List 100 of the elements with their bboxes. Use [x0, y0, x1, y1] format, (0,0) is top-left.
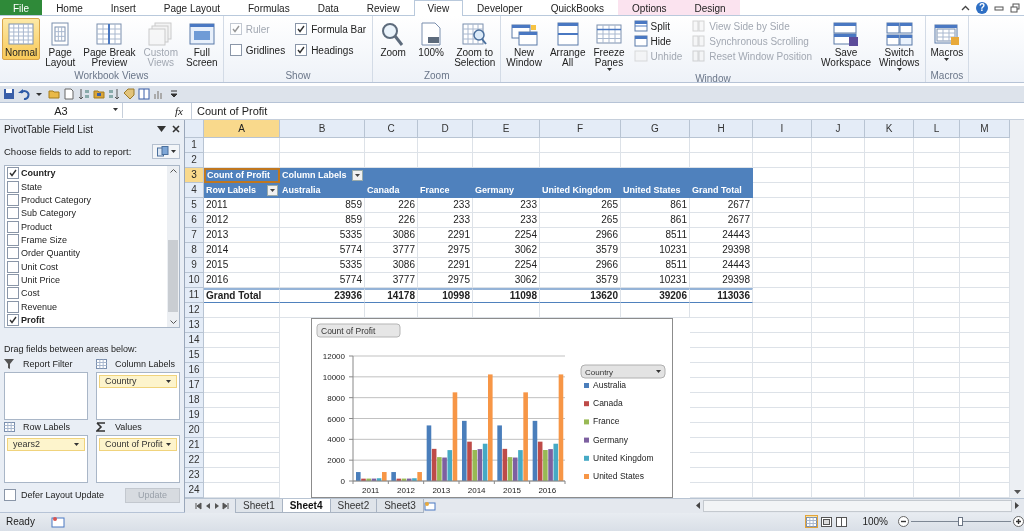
- spreadsheet-cell[interactable]: [753, 362, 812, 378]
- ribbon-tab[interactable]: Page Layout: [149, 0, 234, 15]
- spreadsheet-cell[interactable]: [812, 347, 865, 363]
- spreadsheet-cell[interactable]: [812, 257, 865, 273]
- ribbon-button[interactable]: Zoom to Selection: [451, 18, 499, 70]
- spreadsheet-cell[interactable]: [812, 362, 865, 378]
- checkbox[interactable]: [7, 193, 19, 206]
- ribbon-button[interactable]: Split: [633, 19, 683, 33]
- spreadsheet-cell[interactable]: [204, 407, 280, 423]
- new-sheet-icon[interactable]: [422, 500, 437, 511]
- checkbox[interactable]: [295, 44, 308, 56]
- spreadsheet-cell[interactable]: [914, 182, 960, 198]
- spreadsheet-cell[interactable]: [621, 302, 690, 318]
- view-button[interactable]: [835, 515, 849, 529]
- spreadsheet-cell[interactable]: [812, 227, 865, 243]
- spreadsheet-cell[interactable]: [812, 452, 865, 468]
- spreadsheet-cell[interactable]: [690, 377, 753, 393]
- checkbox[interactable]: [7, 260, 19, 273]
- spreadsheet-cell[interactable]: [865, 182, 914, 198]
- spreadsheet-cell[interactable]: [690, 152, 753, 168]
- ribbon-tab[interactable]: File: [0, 0, 43, 15]
- ribbon-tab[interactable]: Developer: [463, 0, 537, 15]
- spreadsheet-cell[interactable]: [812, 167, 865, 183]
- spreadsheet-cell[interactable]: [690, 392, 753, 408]
- navigation-arrow-icon[interactable]: [222, 501, 229, 510]
- ribbon-tab[interactable]: Home: [42, 0, 97, 15]
- ribbon-tab[interactable]: Data: [303, 0, 353, 15]
- ribbon-button[interactable]: New Window: [503, 18, 545, 70]
- spreadsheet-cell[interactable]: [621, 137, 690, 153]
- spreadsheet-cell[interactable]: [753, 137, 812, 153]
- spreadsheet-cell[interactable]: [865, 422, 914, 438]
- spreadsheet-cell[interactable]: [753, 467, 812, 483]
- spreadsheet-cell[interactable]: [914, 272, 960, 288]
- caret-icon[interactable]: [157, 126, 166, 133]
- ribbon-button[interactable]: Zoom: [375, 18, 412, 60]
- spreadsheet-cell[interactable]: [812, 212, 865, 228]
- spreadsheet-cell[interactable]: [812, 392, 865, 408]
- ribbon-button[interactable]: Page Break Preview: [80, 18, 139, 70]
- spreadsheet-cell[interactable]: [812, 422, 865, 438]
- formula-field[interactable]: Count of Profit: [191, 102, 1024, 119]
- layout-button[interactable]: [152, 144, 180, 160]
- spreadsheet-cell[interactable]: [753, 182, 812, 198]
- spreadsheet-cell[interactable]: [865, 167, 914, 183]
- chart-title[interactable]: Count of Profit: [316, 323, 401, 338]
- spreadsheet-cell[interactable]: [812, 437, 865, 453]
- spreadsheet-cell[interactable]: [812, 182, 865, 198]
- spreadsheet-cell[interactable]: [204, 332, 280, 348]
- spreadsheet-cell[interactable]: [914, 287, 960, 303]
- spreadsheet-cell[interactable]: [690, 137, 753, 153]
- spreadsheet-cell[interactable]: [914, 257, 960, 273]
- spreadsheet-cell[interactable]: [753, 317, 812, 333]
- spreadsheet-cell[interactable]: [914, 152, 960, 168]
- spreadsheet-cell[interactable]: [865, 272, 914, 288]
- ribbon-tab[interactable]: Formulas: [234, 0, 304, 15]
- spreadsheet-cell[interactable]: [865, 227, 914, 243]
- spreadsheet-cell[interactable]: [812, 407, 865, 423]
- spreadsheet-cell[interactable]: [865, 437, 914, 453]
- spreadsheet-cell[interactable]: [204, 362, 280, 378]
- spreadsheet-cell[interactable]: [753, 287, 812, 303]
- spreadsheet-cell[interactable]: [812, 302, 865, 318]
- caret-icon[interactable]: [168, 87, 180, 100]
- spreadsheet-cell[interactable]: [865, 197, 914, 213]
- ribbon-tab[interactable]: Insert: [96, 0, 150, 15]
- ribbon-button[interactable]: Save Workspace: [818, 18, 874, 70]
- spreadsheet-cell[interactable]: [914, 137, 960, 153]
- spreadsheet-cell[interactable]: [204, 137, 280, 153]
- spreadsheet-cell[interactable]: [204, 392, 280, 408]
- spreadsheet-cell[interactable]: [690, 302, 753, 318]
- name-box[interactable]: A3: [0, 103, 123, 119]
- spreadsheet-cell[interactable]: [812, 197, 865, 213]
- spreadsheet-cell[interactable]: [280, 137, 365, 153]
- spreadsheet-cell[interactable]: [914, 302, 960, 318]
- spreadsheet-cell[interactable]: [914, 167, 960, 183]
- spreadsheet-cell[interactable]: [914, 197, 960, 213]
- spreadsheet-cell[interactable]: [914, 422, 960, 438]
- save-icon[interactable]: [3, 87, 15, 100]
- spreadsheet-cell[interactable]: [812, 482, 865, 498]
- spreadsheet-cell[interactable]: [690, 467, 753, 483]
- folder-icon[interactable]: [93, 87, 105, 100]
- spreadsheet-cell[interactable]: [865, 407, 914, 423]
- checkbox[interactable]: [7, 233, 19, 246]
- spreadsheet-cell[interactable]: [690, 437, 753, 453]
- spreadsheet-cell[interactable]: [753, 452, 812, 468]
- spreadsheet-cell[interactable]: [204, 482, 280, 498]
- ribbon-tab[interactable]: Review: [352, 0, 414, 15]
- spreadsheet-cell[interactable]: [540, 137, 621, 153]
- spreadsheet-cell[interactable]: [365, 302, 418, 318]
- spreadsheet-cell[interactable]: [204, 467, 280, 483]
- spreadsheet-cell[interactable]: [753, 422, 812, 438]
- ribbon-button[interactable]: Hide: [633, 34, 683, 48]
- drop-area[interactable]: [4, 371, 88, 420]
- spreadsheet-cell[interactable]: [865, 317, 914, 333]
- spreadsheet-cell[interactable]: [812, 272, 865, 288]
- ribbon-button[interactable]: Normal: [2, 18, 41, 60]
- spreadsheet-cell[interactable]: [865, 347, 914, 363]
- ribbon-button[interactable]: Freeze Panes: [590, 18, 628, 73]
- spreadsheet-cell[interactable]: [865, 362, 914, 378]
- spreadsheet-cell[interactable]: [280, 152, 365, 168]
- spreadsheet-cell[interactable]: [865, 467, 914, 483]
- ribbon-button[interactable]: Macros: [927, 18, 967, 63]
